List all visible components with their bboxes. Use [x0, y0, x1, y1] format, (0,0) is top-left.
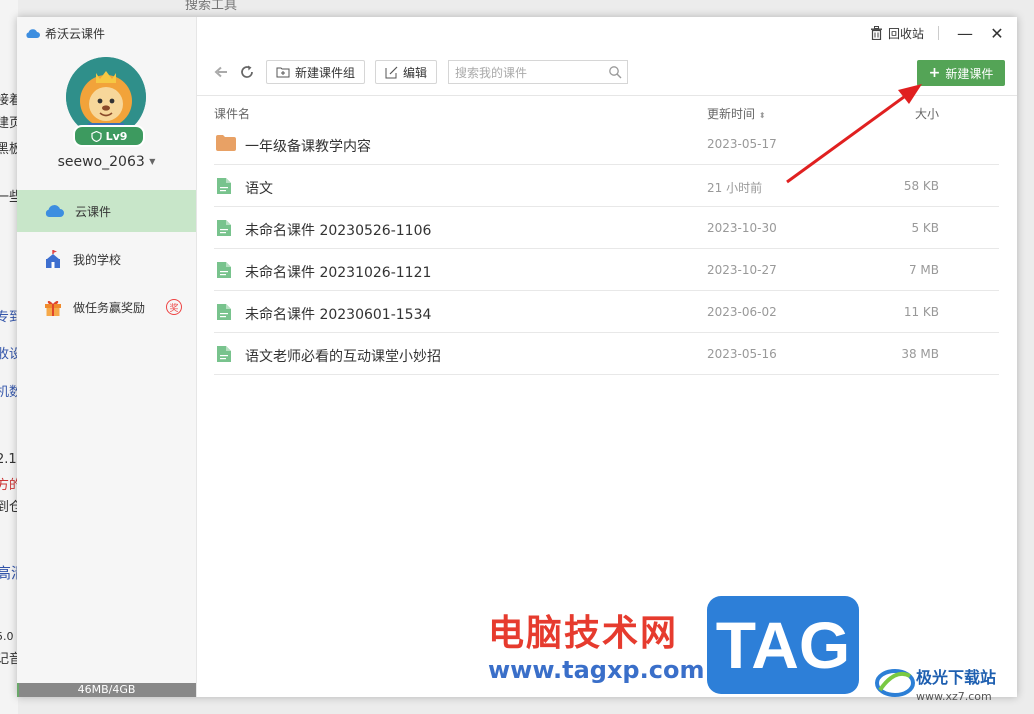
row-size: 58 KB [903, 179, 939, 193]
sidebar-item-cloud-courseware[interactable]: 云课件 [17, 190, 196, 232]
table-row[interactable]: 未命名课件 20230526-1106 2023-10-30 5 KB [214, 207, 999, 249]
trash-icon [870, 26, 882, 40]
close-button[interactable]: ✕ [985, 24, 1009, 43]
new-course-group-button[interactable]: 新建课件组 [266, 60, 366, 84]
refresh-icon[interactable] [238, 64, 256, 82]
back-arrow-icon[interactable] [212, 64, 230, 82]
folder-plus-icon [276, 67, 290, 78]
minimize-button[interactable]: — [953, 24, 977, 43]
sidebar: 希沃云课件 Lv9 seewo_2063 ▼ 云课件 我的学校 做任务赢奖励 奖… [17, 17, 197, 697]
column-header-updated[interactable]: 更新时间 ⬍ [707, 105, 766, 122]
table-row[interactable]: 语文老师必看的互动课堂小妙招 2023-05-16 38 MB [214, 333, 999, 375]
edit-label: 编辑 [403, 65, 428, 80]
username: seewo_2063 [57, 154, 145, 170]
search-input[interactable]: 搜索我的课件 [448, 60, 628, 84]
background-text: 5.0 [0, 630, 14, 643]
search-placeholder: 搜索我的课件 [455, 65, 528, 80]
sidebar-item-label: 我的学校 [73, 252, 122, 267]
new-courseware-label: 新建课件 [945, 66, 994, 81]
row-name: 语文老师必看的互动课堂小妙招 [245, 349, 441, 365]
sidebar-item-label: 做任务赢奖励 [73, 300, 146, 315]
column-header-size[interactable]: 大小 [915, 105, 939, 122]
row-name: 未命名课件 20231026-1121 [245, 265, 432, 281]
row-updated: 2023-10-27 [707, 263, 777, 277]
edit-icon [385, 66, 398, 78]
toolbar: 新建课件组 编辑 搜索我的课件 + 新建课件 [197, 60, 1017, 86]
sidebar-item-tasks-rewards[interactable]: 做任务赢奖励 奖 [17, 286, 196, 328]
row-name: 语文 [245, 181, 273, 197]
watermark-site-url: www.xz7.com [916, 690, 992, 703]
row-name: 未命名课件 20230601-1534 [245, 307, 432, 323]
sort-icon: ⬍ [758, 111, 766, 120]
edit-button[interactable]: 编辑 [375, 60, 438, 84]
row-updated: 2023-06-02 [707, 305, 777, 319]
watermark-tag-logo: TAG [707, 596, 859, 694]
table-row[interactable]: 未命名课件 20230601-1534 2023-06-02 11 KB [214, 291, 999, 333]
folder-icon [216, 135, 236, 155]
table-row[interactable]: 一年级备课教学内容 2023-05-17 [214, 123, 999, 165]
row-updated: 2023-05-17 [707, 137, 777, 151]
row-size: 7 MB [908, 263, 939, 277]
reward-badge: 奖 [166, 299, 182, 315]
toolbar-divider [197, 95, 1017, 96]
row-updated: 21 小时前 [707, 181, 763, 195]
row-name: 一年级备课教学内容 [245, 139, 371, 155]
search-icon[interactable] [608, 65, 622, 79]
watermark-url: www.tagxp.com [488, 656, 705, 684]
sidebar-item-label: 云课件 [75, 204, 112, 219]
courseware-file-icon [216, 345, 232, 367]
title-bar-controls: 回收站 — ✕ [870, 17, 1017, 49]
app-title: 希沃云课件 [25, 25, 105, 42]
courseware-file-icon [216, 303, 232, 325]
courseware-file-icon [216, 261, 232, 283]
divider [938, 26, 939, 40]
table-row[interactable]: 未命名课件 20231026-1121 2023-10-27 7 MB [214, 249, 999, 291]
courseware-file-icon [216, 177, 232, 199]
level-shield-icon [90, 130, 102, 142]
watermark-cn: 电脑技术网 [488, 613, 679, 654]
row-size: 38 MB [901, 347, 939, 361]
main-panel: 回收站 — ✕ 新建课件组 编辑 搜索我的课件 + 新建课件 课件名 更新时间 … [197, 17, 1017, 697]
caret-down-icon: ▼ [149, 157, 156, 166]
level-text: Lv9 [105, 129, 128, 143]
watermark-site-cn: 极光下载站 [916, 668, 997, 687]
gift-icon [45, 300, 61, 316]
cloud-logo-icon [26, 29, 40, 38]
storage-bar: 46MB/4GB [17, 683, 196, 697]
aurora-logo-icon [875, 669, 915, 697]
sidebar-item-my-school[interactable]: 我的学校 [17, 238, 196, 280]
plus-icon: + [928, 65, 941, 81]
table-row[interactable]: 语文 21 小时前 58 KB [214, 165, 999, 207]
column-header-updated-label: 更新时间 [707, 107, 756, 121]
username-dropdown[interactable]: seewo_2063 ▼ [17, 154, 196, 170]
background-search-tools: 搜索工具 [185, 0, 238, 13]
school-icon [46, 250, 60, 268]
row-updated: 2023-05-16 [707, 347, 777, 361]
row-updated: 2023-10-30 [707, 221, 777, 235]
app-title-text: 希沃云课件 [45, 27, 106, 41]
storage-label: 46MB/4GB [77, 683, 136, 696]
recycle-bin-label: 回收站 [887, 26, 924, 41]
level-badge: Lv9 [73, 125, 145, 147]
cloud-icon [45, 205, 64, 217]
app-window: 希沃云课件 Lv9 seewo_2063 ▼ 云课件 我的学校 做任务赢奖励 奖… [17, 17, 1017, 697]
row-name: 未命名课件 20230526-1106 [245, 223, 432, 239]
storage-bar-fill [17, 683, 19, 697]
courseware-file-icon [216, 219, 232, 241]
row-size: 5 KB [911, 221, 939, 235]
recycle-bin-button[interactable]: 回收站 [870, 25, 924, 42]
row-size: 11 KB [903, 305, 939, 319]
new-course-group-label: 新建课件组 [295, 65, 356, 80]
column-header-name[interactable]: 课件名 [214, 105, 250, 122]
new-courseware-button[interactable]: + 新建课件 [917, 60, 1005, 86]
